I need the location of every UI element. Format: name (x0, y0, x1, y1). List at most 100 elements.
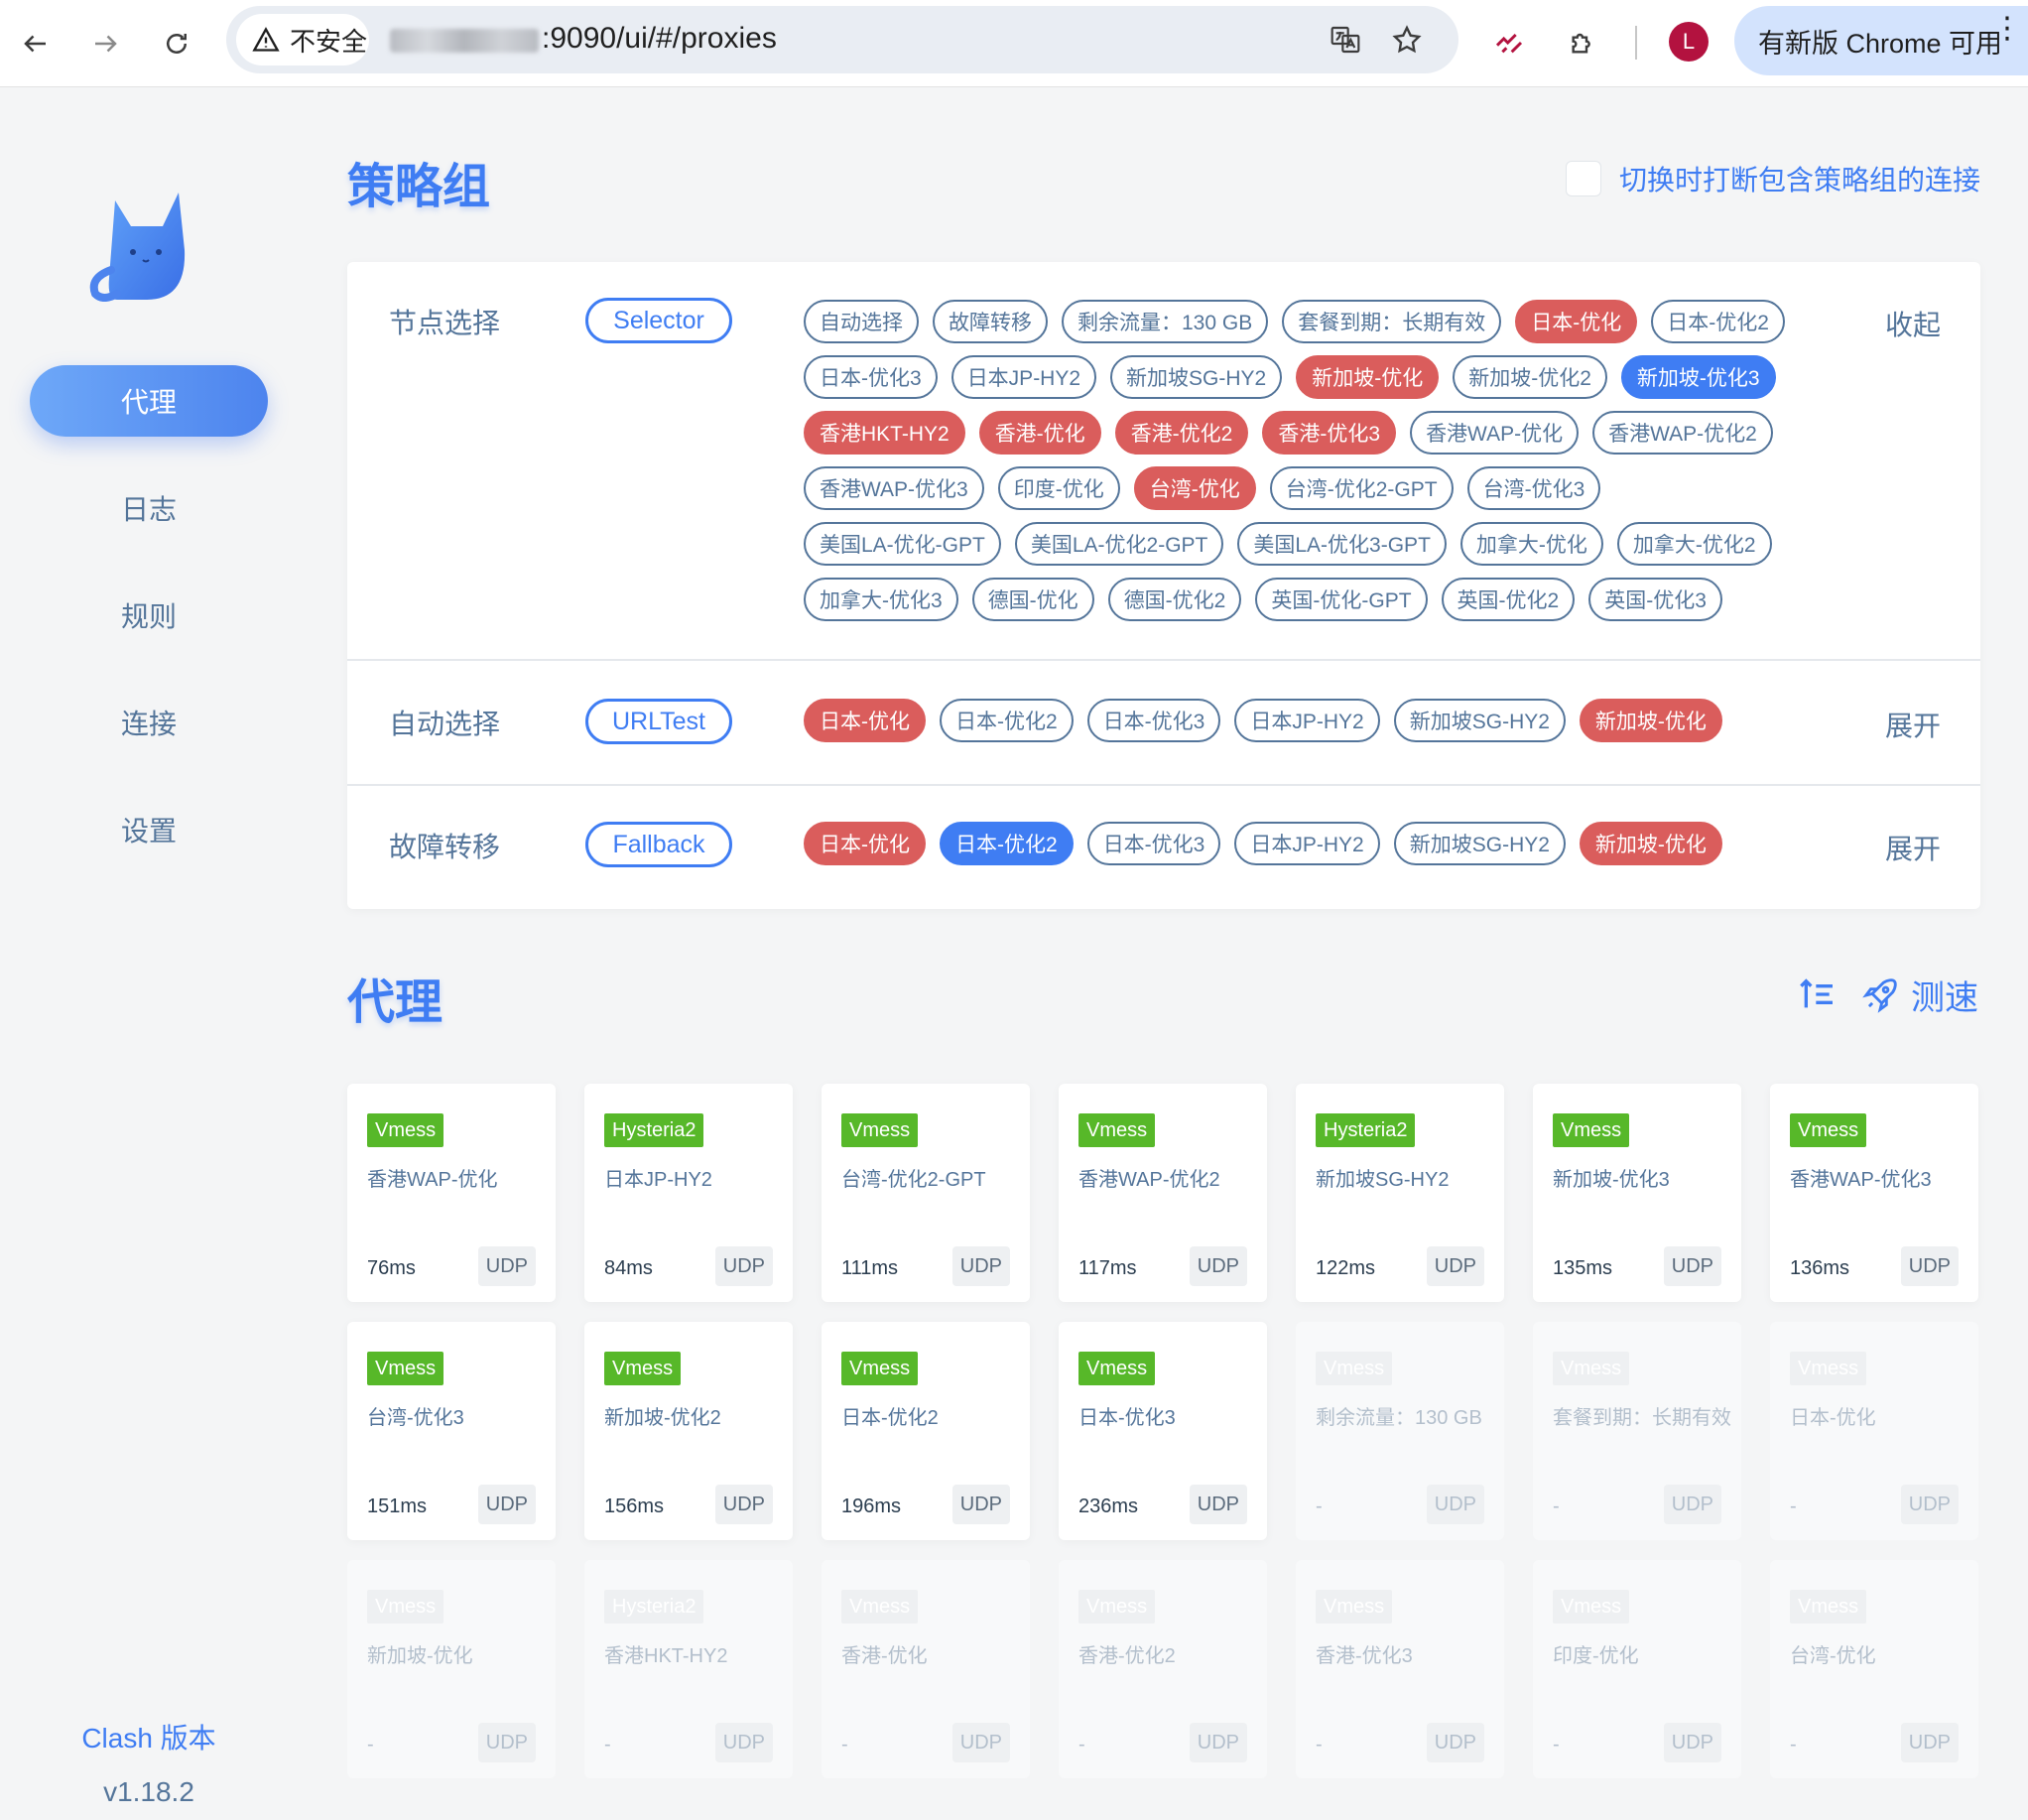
proxy-option[interactable]: 美国LA-优化-GPT (804, 522, 1001, 566)
proxy-option[interactable]: 英国-优化2 (1441, 578, 1576, 621)
proxy-card[interactable]: Vmess 新加坡-优化2 156ms UDP (584, 1322, 793, 1540)
proxy-option[interactable]: 香港-优化2 (1114, 411, 1249, 455)
proxy-card[interactable]: Vmess 新加坡-优化3 135ms UDP (1533, 1084, 1741, 1302)
proxy-option[interactable]: 日本-优化3 (1086, 822, 1221, 865)
address-bar[interactable]: 不安全 :9090/ui/#/proxies (226, 6, 1458, 73)
security-chip[interactable]: 不安全 (236, 14, 369, 65)
proxy-card[interactable]: Vmess 剩余流量：130 GB - UDP (1296, 1322, 1504, 1540)
proxy-option[interactable]: 香港WAP-优化 (1410, 411, 1580, 455)
proxy-option[interactable]: 日本-优化2 (940, 699, 1074, 742)
proxy-card[interactable]: Vmess 香港WAP-优化3 136ms UDP (1770, 1084, 1978, 1302)
proxy-option[interactable]: 台湾-优化3 (1466, 466, 1601, 510)
nav-logs[interactable]: 日志 (30, 472, 268, 544)
proxy-option[interactable]: 台湾-优化 (1133, 466, 1256, 510)
proxy-card[interactable]: Hysteria2 日本JP-HY2 84ms UDP (584, 1084, 793, 1302)
nav-proxies[interactable]: 代理 (30, 365, 268, 437)
break-connections-option[interactable]: 切换时打断包含策略组的连接 (1565, 159, 1980, 198)
proxy-type-badge: Vmess (1553, 1352, 1630, 1385)
proxy-option[interactable]: 香港WAP-优化2 (1592, 411, 1773, 455)
proxy-option[interactable]: 日本-优化2 (1651, 300, 1785, 343)
proxy-option[interactable]: 新加坡-优化 (1579, 699, 1722, 742)
proxy-option[interactable]: 加拿大-优化3 (804, 578, 958, 621)
proxy-card[interactable]: Vmess 日本-优化 - UDP (1770, 1322, 1978, 1540)
bookmark-star-icon[interactable] (1387, 20, 1427, 60)
proxy-option[interactable]: 自动选择 (804, 300, 919, 343)
proxy-option[interactable]: 剩余流量：130 GB (1062, 300, 1269, 343)
sort-icon[interactable] (1798, 975, 1838, 1014)
extensions-puzzle-icon[interactable] (1560, 20, 1605, 65)
group-expand-toggle[interactable]: 展开 (1885, 828, 1941, 867)
proxy-option[interactable]: 新加坡SG-HY2 (1393, 822, 1566, 865)
proxy-name: 新加坡SG-HY2 (1316, 1169, 1450, 1191)
proxy-option[interactable]: 加拿大-优化2 (1616, 522, 1772, 566)
udp-badge: UDP (477, 1485, 536, 1524)
proxy-option[interactable]: 台湾-优化2-GPT (1269, 466, 1454, 510)
back-button[interactable] (10, 18, 62, 69)
proxy-option[interactable]: 德国-优化2 (1107, 578, 1242, 621)
speed-test-button[interactable]: 测速 (1861, 971, 1978, 1019)
proxy-option[interactable]: 英国-优化3 (1588, 578, 1722, 621)
group-collapse-toggle[interactable]: 收起 (1885, 304, 1941, 343)
proxy-option[interactable]: 日本-优化3 (1086, 699, 1221, 742)
proxy-option[interactable]: 新加坡-优化3 (1620, 355, 1776, 399)
proxy-card[interactable]: Vmess 香港-优化3 - UDP (1296, 1560, 1504, 1778)
profile-avatar[interactable]: L (1669, 22, 1709, 62)
proxy-option[interactable]: 新加坡SG-HY2 (1393, 699, 1566, 742)
proxy-card[interactable]: Vmess 印度-优化 - UDP (1533, 1560, 1741, 1778)
proxy-option[interactable]: 香港HKT-HY2 (804, 411, 965, 455)
proxy-option[interactable]: 新加坡-优化 (1296, 355, 1440, 399)
nav-settings[interactable]: 设置 (30, 794, 268, 865)
proxy-card[interactable]: Vmess 新加坡-优化 - UDP (347, 1560, 556, 1778)
proxy-option[interactable]: 加拿大-优化 (1459, 522, 1603, 566)
proxy-option[interactable]: 美国LA-优化2-GPT (1014, 522, 1224, 566)
proxy-card[interactable]: Vmess 套餐到期：长期有效 - UDP (1533, 1322, 1741, 1540)
proxy-type-badge: Vmess (1316, 1590, 1393, 1624)
proxy-card[interactable]: Vmess 香港-优化 - UDP (822, 1560, 1030, 1778)
nav-rules[interactable]: 规则 (30, 580, 268, 651)
proxy-card[interactable]: Hysteria2 新加坡SG-HY2 122ms UDP (1296, 1084, 1504, 1302)
proxy-option[interactable]: 新加坡-优化2 (1453, 355, 1607, 399)
proxy-option[interactable]: 日本JP-HY2 (1234, 822, 1380, 865)
chrome-update-button[interactable]: 有新版 Chrome 可用 ⋮ (1734, 6, 2028, 75)
proxy-option[interactable]: 香港-优化 (978, 411, 1101, 455)
group-proxy-list: 日本-优化 日本-优化2 日本-优化3 日本JP-HY2 新加坡SG-HY2 新加坡-优化 (804, 699, 1796, 742)
proxy-option[interactable]: 套餐到期：长期有效 (1282, 300, 1502, 343)
proxy-option[interactable]: 印度-优化 (997, 466, 1120, 510)
forward-button[interactable] (79, 18, 131, 69)
proxy-type-badge: Vmess (1790, 1352, 1867, 1385)
proxy-option[interactable]: 英国-优化-GPT (1255, 578, 1428, 621)
proxy-option[interactable]: 新加坡-优化 (1579, 822, 1722, 865)
proxy-option[interactable]: 日本-优化 (804, 699, 926, 742)
proxy-option[interactable]: 香港-优化3 (1262, 411, 1397, 455)
group-expand-toggle[interactable]: 展开 (1885, 705, 1941, 744)
proxy-option[interactable]: 美国LA-优化3-GPT (1237, 522, 1447, 566)
proxy-card[interactable]: Vmess 日本-优化2 196ms UDP (822, 1322, 1030, 1540)
proxy-card[interactable]: Vmess 香港-优化2 - UDP (1059, 1560, 1267, 1778)
proxy-option[interactable]: 日本-优化 (1515, 300, 1638, 343)
nav-connections[interactable]: 连接 (30, 687, 268, 758)
security-label: 不安全 (290, 26, 368, 57)
proxy-card[interactable]: Vmess 台湾-优化 - UDP (1770, 1560, 1978, 1778)
proxy-card[interactable]: Hysteria2 香港HKT-HY2 - UDP (584, 1560, 793, 1778)
reload-button[interactable] (151, 18, 202, 69)
extension-icon[interactable] (1486, 20, 1532, 65)
proxy-option[interactable]: 日本JP-HY2 (1234, 699, 1380, 742)
proxy-card[interactable]: Vmess 香港WAP-优化 76ms UDP (347, 1084, 556, 1302)
proxy-option[interactable]: 新加坡SG-HY2 (1110, 355, 1283, 399)
proxy-option[interactable]: 日本JP-HY2 (951, 355, 1097, 399)
translate-icon[interactable] (1326, 20, 1365, 60)
proxy-option[interactable]: 日本-优化2 (940, 822, 1074, 865)
proxy-card[interactable]: Vmess 香港WAP-优化2 117ms UDP (1059, 1084, 1267, 1302)
proxy-card[interactable]: Vmess 台湾-优化2-GPT 111ms UDP (822, 1084, 1030, 1302)
break-connections-checkbox[interactable] (1565, 161, 1601, 196)
udp-badge: UDP (1189, 1485, 1247, 1524)
proxy-option[interactable]: 香港WAP-优化3 (804, 466, 984, 510)
proxy-card[interactable]: Vmess 日本-优化3 236ms UDP (1059, 1322, 1267, 1540)
proxy-option[interactable]: 故障转移 (933, 300, 1048, 343)
proxy-option[interactable]: 日本-优化3 (804, 355, 938, 399)
proxy-option[interactable]: 日本-优化 (804, 822, 926, 865)
more-menu-icon[interactable]: ⋮ (1992, 14, 2022, 44)
proxy-card[interactable]: Vmess 台湾-优化3 151ms UDP (347, 1322, 556, 1540)
group-proxy-list: 自动选择 故障转移 剩余流量：130 GB 套餐到期：长期有效 日本-优化 日本-优化2 日… (804, 300, 1796, 621)
proxy-option[interactable]: 德国-优化 (971, 578, 1094, 621)
